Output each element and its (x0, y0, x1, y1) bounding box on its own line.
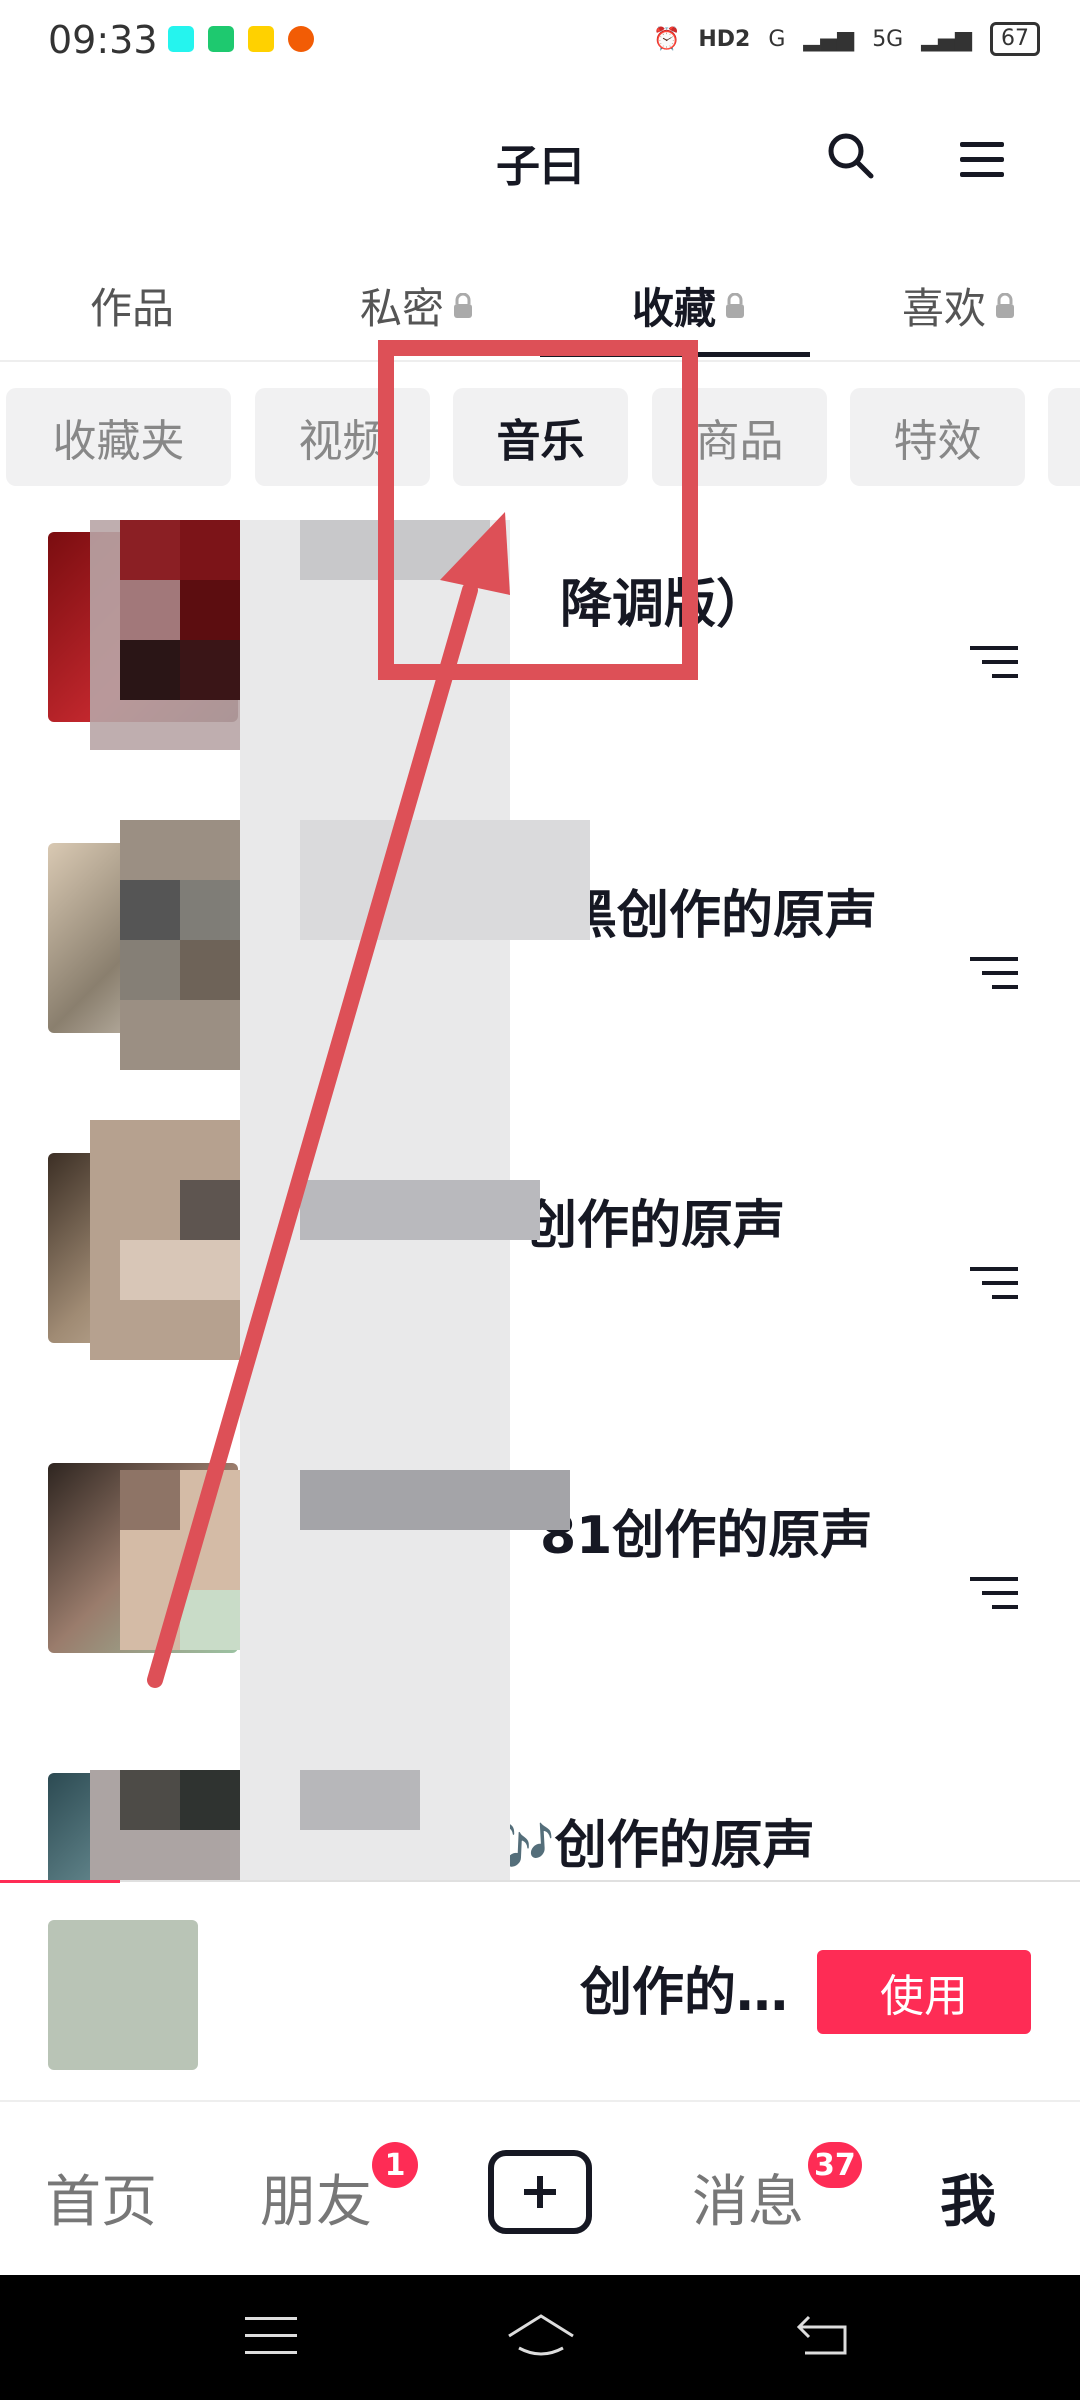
annotation-arrow (147, 512, 510, 1688)
